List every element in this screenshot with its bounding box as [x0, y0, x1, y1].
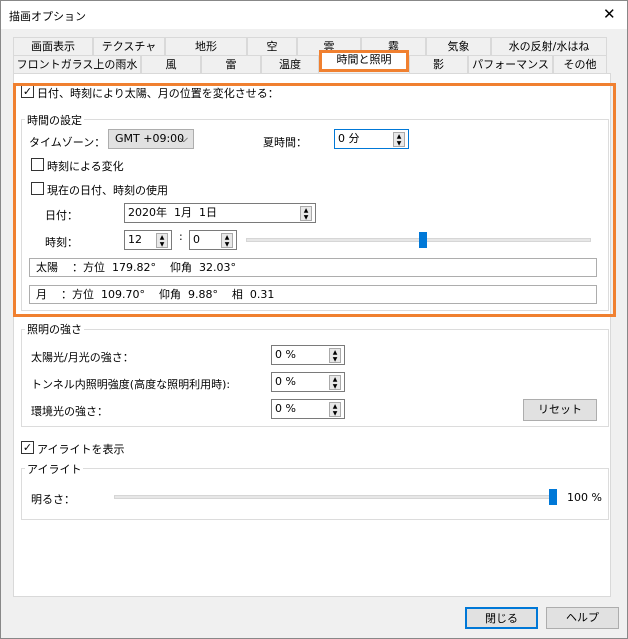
tab-tabs_row2-6[interactable]: パフォーマンス [468, 55, 553, 73]
time-change-label: 時刻による変化 [47, 160, 124, 173]
close-button[interactable]: 閉じる [465, 607, 538, 629]
sun-info: 太陽 ：方位 179.82° 仰角 32.03° [29, 258, 597, 277]
tab-tabs_row1-2[interactable]: 地形 [165, 37, 247, 55]
time-label: 時刻： [45, 236, 78, 249]
use-current-checkbox[interactable] [31, 182, 44, 195]
dst-label: 夏時間： [263, 136, 307, 149]
tab-tabs_row2-4[interactable]: 時間と照明 [319, 50, 409, 72]
spin-arrows-icon[interactable]: ▲ ▼ [329, 348, 341, 363]
drawing-options-dialog: 描画オプション ✕ 画面表示 テクスチャ 地形空雲霧気象 水の反射/水はね フロントガ… [0, 0, 628, 639]
lighting-row-label: 環境光の強さ： [31, 405, 108, 418]
lighting-spinbox[interactable]: 0 % ▲ ▼ [271, 399, 345, 419]
time-settings-label: 時間の設定 [25, 112, 84, 128]
lighting-row-label: トンネル内照明強度(高度な照明利用時): [31, 378, 231, 391]
timezone-value: GMT +09:00 [115, 132, 185, 145]
title-bar: 描画オプション ✕ [1, 1, 627, 29]
hour-spinbox[interactable]: 12 ▲ ▼ [124, 230, 172, 250]
lighting-row-label: 太陽光/月光の強さ： [31, 351, 134, 364]
tab-tabs_row2-0[interactable]: フロントガラス上の雨水 [13, 55, 141, 73]
time-slider-thumb[interactable] [418, 232, 427, 248]
spin-arrows-icon[interactable]: ▲ ▼ [300, 206, 312, 221]
tab-tabs_row2-3[interactable]: 温度 [261, 55, 319, 73]
tab-tabs_row1-1[interactable]: テクスチャ [93, 37, 165, 55]
close-icon[interactable]: ✕ [603, 5, 616, 23]
date-picker[interactable]: 2020年 1月 1日 ▲ ▼ [124, 203, 316, 223]
eyelight-label: アイライト [25, 461, 84, 477]
tab-tabs_row1-6[interactable]: 気象 [426, 37, 491, 55]
brightness-slider[interactable] [114, 495, 557, 499]
brightness-value: 100 % [567, 491, 602, 504]
reset-button[interactable]: リセット [523, 399, 597, 421]
eyelight-group [21, 468, 609, 520]
tab-tabs_row1-3[interactable]: 空 [247, 37, 297, 55]
chevron-down-icon: ⌵ [179, 132, 188, 145]
tab-tabs_row2-7[interactable]: その他 [553, 55, 607, 73]
lighting-spinbox[interactable]: 0 % ▲ ▼ [271, 372, 345, 392]
eyelight-checkbox-label: アイライトを表示 [37, 443, 125, 456]
date-label: 日付： [45, 209, 78, 222]
minute-value: 0 [193, 233, 200, 246]
time-change-checkbox[interactable] [31, 158, 44, 171]
dst-spinbox[interactable]: 0 分 ▲ ▼ [334, 129, 409, 149]
spin-arrows-icon[interactable]: ▲ ▼ [393, 132, 405, 147]
eyelight-checkbox[interactable]: ✓ [21, 441, 34, 454]
hour-value: 12 [128, 233, 142, 246]
date-value: 2020年 1月 1日 [128, 206, 217, 219]
brightness-slider-thumb[interactable] [549, 489, 557, 505]
moon-info: 月 ：方位 109.70° 仰角 9.88° 相 0.31 [29, 285, 597, 304]
dst-value: 0 分 [338, 132, 360, 145]
spin-arrows-icon[interactable]: ▲ ▼ [329, 402, 341, 417]
spin-arrows-icon[interactable]: ▲ ▼ [221, 233, 233, 248]
spin-arrows-icon[interactable]: ▲ ▼ [156, 233, 168, 248]
lighting-value: 0 % [275, 402, 296, 415]
brightness-label: 明るさ： [31, 493, 75, 506]
tab-tabs_row2-5[interactable]: 影 [409, 55, 468, 73]
timezone-select[interactable]: GMT +09:00 ⌵ [108, 129, 194, 149]
sun-moon-label: 日付、時刻により太陽、月の位置を変化させる： [37, 87, 279, 100]
tab-tabs_row2-2[interactable]: 雷 [201, 55, 261, 73]
tab-tabs_row2-1[interactable]: 風 [141, 55, 201, 73]
help-button[interactable]: ヘルプ [546, 607, 619, 629]
lighting-label: 照明の強さ [25, 321, 84, 337]
tab-tabs_row1-7[interactable]: 水の反射/水はね [491, 37, 607, 55]
sun-moon-checkbox[interactable]: ✓ [21, 85, 34, 98]
use-current-label: 現在の日付、時刻の使用 [47, 184, 168, 197]
spin-arrows-icon[interactable]: ▲ ▼ [329, 375, 341, 390]
timezone-label: タイムゾーン： [29, 136, 106, 149]
minute-spinbox[interactable]: 0 ▲ ▼ [189, 230, 237, 250]
lighting-value: 0 % [275, 375, 296, 388]
lighting-value: 0 % [275, 348, 296, 361]
lighting-spinbox[interactable]: 0 % ▲ ▼ [271, 345, 345, 365]
tab-tabs_row1-0[interactable]: 画面表示 [13, 37, 93, 55]
time-separator: : [179, 230, 183, 243]
window-title: 描画オプション [9, 10, 86, 23]
